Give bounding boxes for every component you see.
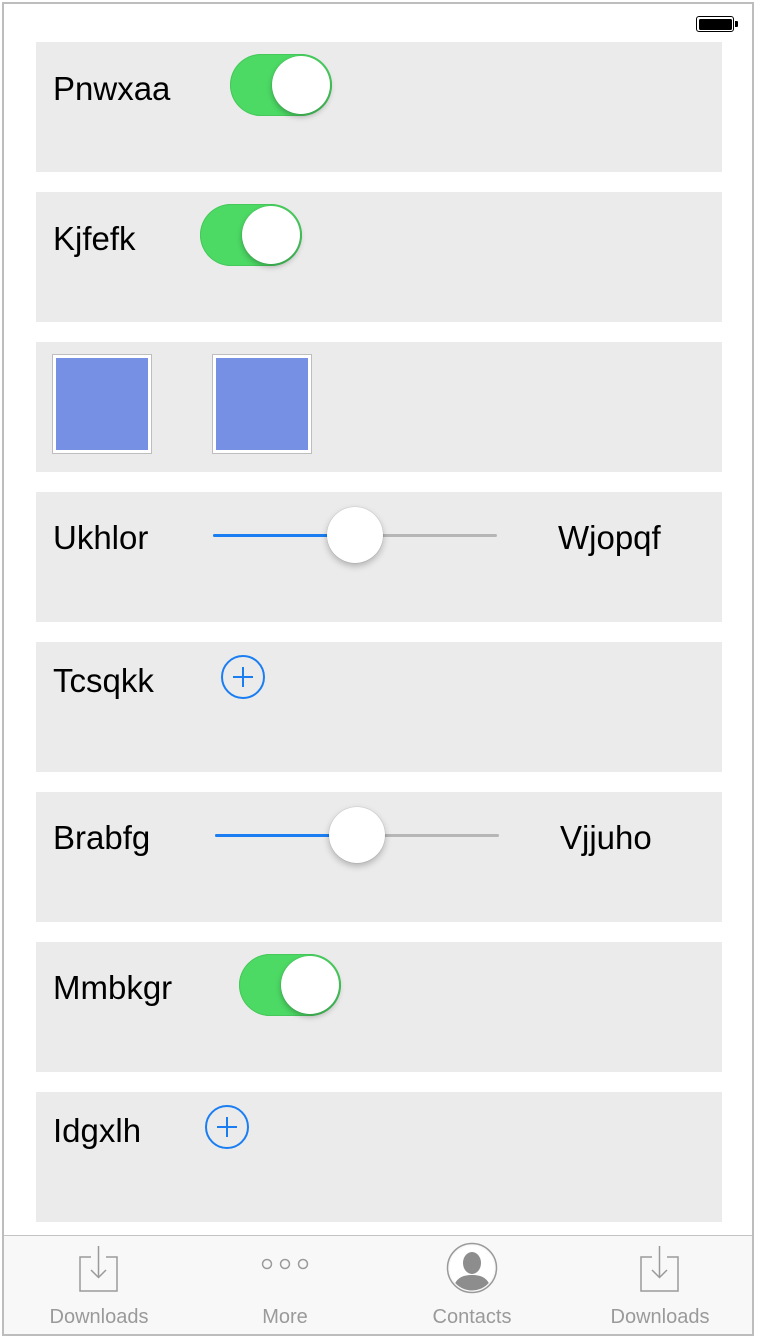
toggle-knob bbox=[242, 206, 300, 264]
tab-label: Downloads bbox=[49, 1306, 149, 1328]
toggle-switch[interactable] bbox=[230, 54, 332, 116]
row-label: Tcsqkk bbox=[53, 662, 154, 699]
slider-thumb[interactable] bbox=[327, 507, 383, 563]
swatch-fill bbox=[56, 358, 148, 450]
row-add-idgxlh: Idgxlh bbox=[36, 1092, 722, 1222]
row-label: Kjfefk bbox=[53, 220, 136, 257]
color-swatch[interactable] bbox=[52, 354, 152, 454]
status-bar bbox=[4, 4, 752, 44]
more-icon bbox=[260, 1256, 310, 1277]
row-swatches bbox=[36, 342, 722, 472]
tab-contacts[interactable]: Contacts bbox=[377, 1236, 567, 1334]
downloads-icon bbox=[640, 1244, 680, 1299]
slider-thumb[interactable] bbox=[329, 807, 385, 863]
row-label: Mmbkgr bbox=[53, 969, 173, 1006]
tab-downloads-2[interactable]: Downloads bbox=[565, 1236, 752, 1334]
tab-more[interactable]: More bbox=[190, 1236, 380, 1334]
toggle-switch[interactable] bbox=[239, 954, 341, 1016]
toggle-knob bbox=[281, 956, 339, 1014]
row-label: Idgxlh bbox=[53, 1112, 142, 1149]
slider[interactable] bbox=[215, 805, 499, 865]
row-toggle-mmbkgr: Mmbkgr bbox=[36, 942, 722, 1072]
tab-label: Downloads bbox=[610, 1306, 710, 1328]
row-slider-brabfg: Brabfg Vjjuho bbox=[36, 792, 722, 922]
battery-full-icon bbox=[696, 16, 740, 34]
toggle-knob bbox=[272, 56, 330, 114]
tab-label: More bbox=[262, 1306, 308, 1328]
plus-circle-icon[interactable] bbox=[205, 1105, 249, 1149]
row-toggle-kjfefk: Kjfefk bbox=[36, 192, 722, 322]
row-toggle-pnwxaa: Pnwxaa bbox=[36, 42, 722, 172]
row-slider-ukhlor: Ukhlor Wjopqf bbox=[36, 492, 722, 622]
toggle-switch[interactable] bbox=[200, 204, 302, 266]
slider-max-label: Vjjuho bbox=[560, 819, 652, 856]
tab-downloads[interactable]: Downloads bbox=[4, 1236, 194, 1334]
slider-min-label: Brabfg bbox=[53, 819, 151, 856]
swatch-fill bbox=[216, 358, 308, 450]
color-swatch[interactable] bbox=[212, 354, 312, 454]
row-label: Pnwxaa bbox=[53, 70, 171, 107]
tab-bar: Downloads More Contacts Downloads bbox=[4, 1235, 752, 1334]
tab-label: Contacts bbox=[432, 1306, 512, 1328]
row-add-tcsqkk: Tcsqkk bbox=[36, 642, 722, 772]
downloads-icon bbox=[79, 1244, 119, 1299]
app-screen: Pnwxaa Kjfefk Ukhlor Wjopqf Tcsqkk Brabf… bbox=[2, 2, 754, 1336]
slider[interactable] bbox=[213, 505, 497, 565]
slider-max-label: Wjopqf bbox=[558, 519, 661, 556]
contacts-icon bbox=[446, 1242, 498, 1299]
plus-circle-icon[interactable] bbox=[221, 655, 265, 699]
slider-min-label: Ukhlor bbox=[53, 519, 149, 556]
